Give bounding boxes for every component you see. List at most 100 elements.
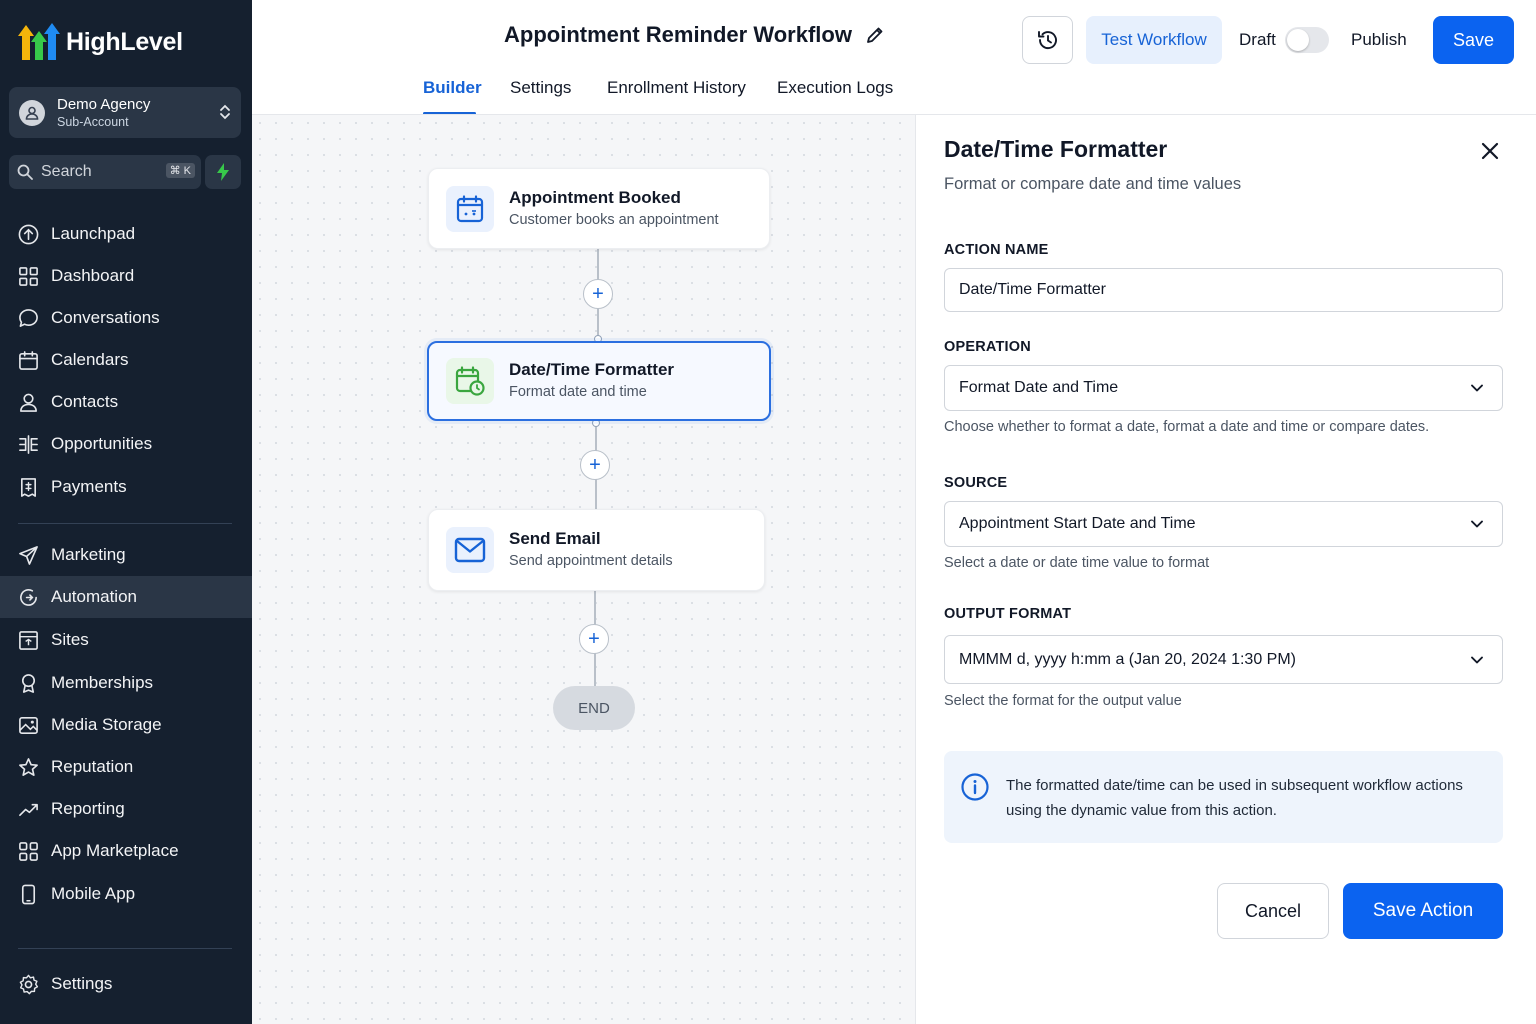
nav-label: Reporting (51, 799, 125, 818)
version-history-button[interactable] (1022, 16, 1073, 64)
account-name: Demo Agency (57, 95, 151, 113)
save-action-button[interactable]: Save Action (1343, 883, 1503, 939)
chevron-down-icon (1471, 520, 1483, 528)
action-name-label: ACTION NAME (944, 242, 1049, 258)
nav-item-dashboard[interactable]: Dashboard (0, 255, 252, 297)
account-switcher[interactable]: Demo Agency Sub-Account (9, 87, 241, 138)
nav-item-contacts[interactable]: Contacts (0, 381, 252, 423)
send-icon (19, 545, 38, 565)
nav-item-automation[interactable]: Automation (0, 576, 252, 618)
brand-name: HighLevel (66, 27, 183, 56)
nav-item-media-storage[interactable]: Media Storage (0, 704, 252, 746)
search-icon (17, 164, 33, 180)
tab-builder[interactable]: Builder (423, 78, 482, 98)
nav-label: App Marketplace (51, 841, 179, 860)
nav-item-sites[interactable]: Sites (0, 619, 252, 661)
contacts-icon (20, 393, 37, 412)
tab-enrollment-history[interactable]: Enrollment History (607, 78, 746, 98)
nav-item-memberships[interactable]: Memberships (0, 662, 252, 704)
action-name-value: Date/Time Formatter (959, 281, 1106, 298)
node-subtitle: Send appointment details (509, 553, 673, 569)
add-step-button[interactable]: + (583, 279, 613, 309)
trend-icon (19, 803, 38, 816)
draft-label: Draft (1239, 30, 1276, 49)
nav-label: Marketing (51, 545, 126, 564)
output-format-value: MMMM d, yyyy h:mm a (Jan 20, 2024 1:30 P… (959, 650, 1296, 668)
lightning-icon (217, 163, 229, 181)
output-format-help: Select the format for the output value (944, 693, 1182, 709)
calendar-icon (456, 194, 484, 222)
calendar-clock-icon (455, 366, 485, 396)
nav-item-payments[interactable]: Payments (0, 466, 252, 508)
nav-divider (18, 523, 232, 524)
highlevel-logo-icon (18, 23, 60, 60)
node-subtitle: Format date and time (509, 384, 647, 400)
info-icon (961, 773, 989, 801)
calendar-icon (19, 350, 38, 370)
nav-label: Calendars (51, 350, 129, 369)
opportunities-icon (19, 434, 38, 454)
cancel-button[interactable]: Cancel (1217, 883, 1329, 939)
nav-item-launchpad[interactable]: Launchpad (0, 213, 252, 255)
output-format-select[interactable]: MMMM d, yyyy h:mm a (Jan 20, 2024 1:30 P… (944, 635, 1503, 684)
nav-divider (18, 948, 232, 949)
action-name-input[interactable]: Date/Time Formatter (944, 268, 1503, 312)
brand-logo[interactable]: HighLevel (18, 22, 183, 62)
nav-item-calendars[interactable]: Calendars (0, 339, 252, 381)
source-value: Appointment Start Date and Time (959, 515, 1196, 532)
close-icon[interactable] (1478, 139, 1502, 163)
nav-item-reputation[interactable]: Reputation (0, 746, 252, 788)
nav-item-settings[interactable]: Settings (0, 963, 252, 1005)
nav-item-marketing[interactable]: Marketing (0, 534, 252, 576)
search-label: Search (41, 163, 92, 180)
nav-item-mobile-app[interactable]: Mobile App (0, 873, 252, 915)
save-button[interactable]: Save (1433, 16, 1514, 64)
search-shortcut: ⌘ K (165, 163, 195, 178)
pencil-icon[interactable] (866, 26, 884, 44)
test-workflow-button[interactable]: Test Workflow (1086, 16, 1222, 64)
add-step-button[interactable]: + (580, 450, 610, 480)
info-text: The formatted date/time can be used in s… (1006, 777, 1463, 819)
nav-item-conversations[interactable]: Conversations (0, 297, 252, 339)
nav-item-opportunities[interactable]: Opportunities (0, 423, 252, 465)
tab-settings[interactable]: Settings (510, 78, 571, 98)
search-input[interactable]: Search ⌘ K (9, 155, 201, 189)
phone-icon (21, 884, 36, 904)
quick-action-button[interactable] (205, 155, 241, 189)
nav-label: Mobile App (51, 884, 136, 903)
node-icon-wrap (446, 358, 494, 404)
avatar (19, 99, 45, 126)
nav-item-app-marketplace[interactable]: App Marketplace (0, 830, 252, 872)
nav-label: Conversations (51, 308, 160, 327)
operation-select[interactable]: Format Date and Time (944, 365, 1503, 411)
node-title: Appointment Booked (509, 187, 681, 207)
tab-execution-logs[interactable]: Execution Logs (777, 78, 893, 98)
star-icon (19, 757, 38, 776)
workflow-node-datetime-formatter[interactable]: Date/Time Formatter Format date and time (427, 341, 771, 421)
workflow-node-trigger[interactable]: Appointment Booked Customer books an app… (428, 168, 770, 249)
node-subtitle: Customer books an appointment (509, 211, 719, 228)
info-callout: The formatted date/time can be used in s… (944, 751, 1503, 843)
operation-help: Choose whether to format a date, format … (944, 419, 1430, 435)
publish-toggle[interactable] (1285, 27, 1329, 53)
automation-icon (20, 588, 37, 606)
nav-label: Automation (51, 587, 137, 606)
nav-label: Contacts (51, 392, 119, 411)
node-icon-wrap (446, 185, 494, 232)
award-icon (21, 673, 36, 693)
history-icon (1037, 31, 1057, 49)
receipt-icon (21, 477, 36, 497)
nav-label: Dashboard (51, 266, 135, 285)
operation-label: OPERATION (944, 339, 1031, 355)
node-title: Date/Time Formatter (509, 360, 675, 379)
add-step-button[interactable]: + (579, 624, 609, 654)
publish-label: Publish (1351, 30, 1407, 49)
nav-label: Reputation (51, 757, 134, 776)
source-select[interactable]: Appointment Start Date and Time (944, 501, 1503, 547)
sidebar: HighLevel Demo Agency Sub-Account Search… (0, 0, 252, 1024)
dashboard-icon (19, 266, 38, 286)
workflow-node-send-email[interactable]: Send Email Send appointment details (428, 509, 765, 591)
workflow-title-wrap: Appointment Reminder Workflow (504, 22, 884, 48)
grid-icon (19, 841, 38, 861)
nav-item-reporting[interactable]: Reporting (0, 788, 252, 830)
